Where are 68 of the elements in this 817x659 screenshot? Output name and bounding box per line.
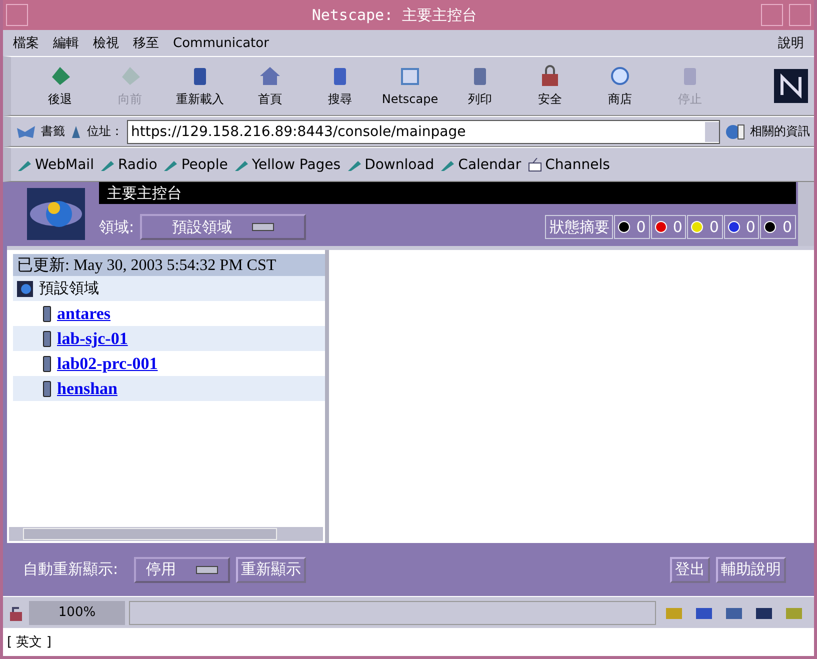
console-title: 主要主控台 [99,182,796,204]
scrollbar[interactable] [798,182,814,246]
maximize-button[interactable] [789,4,811,26]
host-link[interactable]: antares [57,304,111,324]
menu-item[interactable]: Communicator [173,36,269,50]
url-field[interactable]: https://129.158.216.89:8443/console/mainpage [127,120,720,144]
status-count: 0 [760,215,796,239]
host-link[interactable]: lab-sjc-01 [57,328,128,348]
tree-item[interactable]: 預設領域 [39,279,99,298]
refresh-button[interactable]: 重新顯示 [236,556,306,582]
help-button[interactable]: 輔助說明 [716,556,786,582]
status-summary-label: 狀態摘要 [545,215,614,239]
circle-icon [608,64,632,86]
window-menu-button[interactable] [6,4,28,26]
related-button[interactable]: 相關的資訊 [750,123,810,140]
monitor-icon [398,66,422,88]
netscape-logo [774,69,808,103]
menu-item[interactable]: 說明 [778,34,804,52]
toolbar-button[interactable]: 首頁 [235,64,305,108]
toolbar-button[interactable]: 列印 [445,64,515,108]
personal-link[interactable]: WebMail [17,156,94,172]
location-icon [69,124,83,140]
toolbar-button[interactable]: 安全 [515,64,585,108]
server-icon [43,356,51,372]
toolbar-button[interactable]: Netscape [375,66,445,106]
server-icon [43,380,51,396]
auto-refresh-dropdown[interactable]: 停用 [134,556,230,582]
personal-link[interactable]: Radio [100,156,158,172]
personal-link[interactable]: Calendar [440,156,522,172]
host-link[interactable]: henshan [57,378,118,398]
location-label: 位址： [87,123,123,140]
personal-link[interactable]: Channels [527,156,610,172]
server-icon [43,306,51,322]
domain-icon [17,280,33,296]
toolbar-button[interactable]: 重新載入 [165,64,235,108]
minimize-button[interactable] [761,4,783,26]
dropdown-icon[interactable] [705,122,719,142]
progress-text: 100% [29,600,125,624]
bookmarks-button[interactable]: 書籤 [41,123,65,140]
menu-item[interactable]: 移至 [133,34,159,52]
bookmark-icon[interactable] [15,124,37,140]
personal-link[interactable]: Yellow Pages [234,156,341,172]
logout-button[interactable]: 登出 [670,556,710,582]
status-count: 0 [687,215,723,239]
domain-dropdown[interactable]: 預設領域 [140,214,306,240]
window-title: Netscape: 主要主控台 [310,6,478,24]
toolbar-button[interactable]: 搜尋 [305,64,375,108]
updated-text: 已更新: May 30, 2003 5:54:32 PM CST [13,254,325,276]
personal-link[interactable]: Download [346,156,434,172]
tv-icon [527,158,544,172]
domain-label: 領域: [99,218,134,236]
status-count: 0 [614,215,650,239]
menu-item[interactable]: 檔案 [13,34,39,52]
personal-link[interactable]: People [163,156,228,172]
house-icon [258,64,282,86]
input-method-status: [ 英文 ] [3,628,814,656]
status-count: 0 [650,215,686,239]
status-count: 0 [724,215,760,239]
scrollbar[interactable] [9,527,323,541]
globe-logo [27,188,85,240]
auto-refresh-label: 自動重新顯示: [23,560,118,579]
server-icon [43,330,51,346]
toolbar-button[interactable]: 商店 [585,64,655,108]
menu-item[interactable]: 檢視 [93,34,119,52]
host-link[interactable]: lab02-prc-001 [57,354,158,374]
globe-icon[interactable] [724,122,746,140]
menu-item[interactable]: 編輯 [53,34,79,52]
toolbar-button[interactable]: 後退 [25,64,95,108]
